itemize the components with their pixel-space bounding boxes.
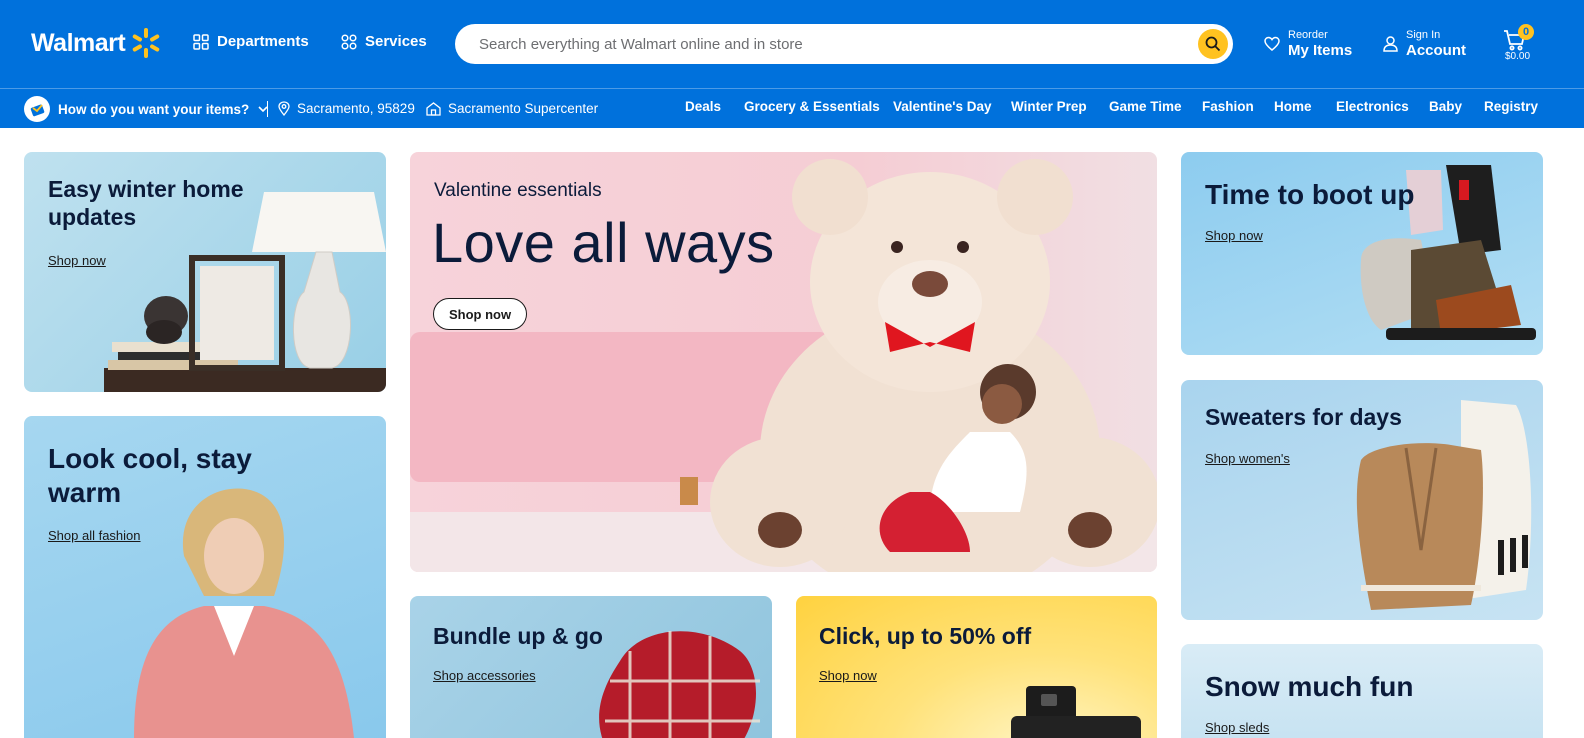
store-selector[interactable]: Sacramento Supercenter — [426, 101, 598, 116]
hero-eyebrow: Valentine essentials — [434, 180, 602, 201]
departments-label: Departments — [217, 33, 309, 50]
shop-accessories-link[interactable]: Shop accessories — [433, 668, 536, 683]
hero-title: Love all ways — [432, 211, 775, 274]
logo-text: Walmart — [31, 28, 126, 57]
search-bar — [455, 24, 1233, 64]
signin-small-label: Sign In — [1406, 29, 1441, 41]
hero-banner-valentine[interactable]: Valentine essentials Love all ways Shop … — [410, 152, 1157, 572]
reorder-small-label: Reorder — [1288, 29, 1328, 41]
card-title: Click, up to 50% off — [819, 623, 1032, 649]
camera-image — [1011, 686, 1141, 738]
zip-selector[interactable]: Sacramento, 95829 — [278, 101, 415, 116]
promo-card-boots[interactable]: Time to boot up Shop now — [1181, 152, 1543, 355]
sub-header: How do you want your items? Sacramento, … — [0, 88, 1584, 128]
nav-baby[interactable]: Baby — [1429, 99, 1462, 114]
promo-card-camera-deal[interactable]: Click, up to 50% off Shop now — [796, 596, 1157, 738]
card-title: Easy winter home updates — [48, 176, 244, 230]
services-icon — [341, 33, 357, 50]
nav-registry[interactable]: Registry — [1484, 99, 1538, 114]
reorder-big-label: My Items — [1288, 42, 1353, 59]
search-input[interactable] — [479, 35, 1179, 53]
cart-count-badge: 0 — [1518, 24, 1534, 40]
card-title: Sweaters for days — [1205, 404, 1402, 430]
shop-all-fashion-link[interactable]: Shop all fashion — [48, 528, 141, 543]
shop-now-link[interactable]: Shop now — [819, 668, 877, 683]
shop-sleds-link[interactable]: Shop sleds — [1205, 720, 1269, 735]
card-title: Time to boot up — [1205, 179, 1415, 210]
fulfillment-label: How do you want your items? — [58, 101, 250, 117]
account-button[interactable]: Sign In Account — [1383, 29, 1466, 59]
zip-label: Sacramento, 95829 — [297, 101, 415, 116]
cart-total: $0.00 — [1505, 51, 1531, 62]
spark-logo-icon — [132, 28, 160, 58]
walmart-logo[interactable]: Walmart — [31, 26, 163, 60]
nav-game-time[interactable]: Game Time — [1109, 99, 1182, 114]
nav-grocery[interactable]: Grocery & Essentials — [744, 99, 880, 114]
fulfillment-icon — [24, 96, 50, 122]
store-icon — [426, 101, 441, 116]
divider — [267, 101, 268, 117]
search-icon — [1205, 36, 1221, 52]
services-button[interactable]: Services — [341, 33, 427, 50]
grid-icon — [193, 33, 209, 50]
heart-icon — [1264, 36, 1280, 51]
card-title: Look cool, stay warm — [48, 443, 252, 508]
shop-womens-link[interactable]: Shop women's — [1205, 451, 1290, 466]
nav-home[interactable]: Home — [1274, 99, 1312, 114]
search-button[interactable] — [1198, 29, 1228, 59]
top-header: Walmart Departments Services Search ever… — [0, 0, 1584, 88]
shop-now-link[interactable]: Shop now — [48, 253, 106, 268]
hero-shop-now-button[interactable]: Shop now — [433, 298, 528, 330]
cart-button[interactable]: 0 $0.00 — [1503, 24, 1535, 64]
model-pink-jacket-image — [134, 488, 354, 738]
reorder-button[interactable]: Reorder My Items — [1264, 29, 1352, 59]
location-pin-icon — [278, 101, 290, 116]
promo-card-snow[interactable]: Snow much fun Shop sleds — [1181, 644, 1543, 738]
nav-electronics[interactable]: Electronics — [1336, 99, 1409, 114]
nav-valentines[interactable]: Valentine's Day — [893, 99, 992, 114]
card-title: Snow much fun — [1205, 671, 1414, 702]
promo-card-winter-home[interactable]: Easy winter home updates Shop now — [24, 152, 386, 392]
user-icon — [1383, 36, 1398, 52]
services-label: Services — [365, 33, 427, 50]
store-label: Sacramento Supercenter — [448, 101, 599, 116]
card-title: Bundle up & go — [433, 623, 603, 649]
departments-button[interactable]: Departments — [193, 33, 309, 50]
shop-now-link[interactable]: Shop now — [1205, 228, 1263, 243]
promo-card-sweaters[interactable]: Sweaters for days Shop women's — [1181, 380, 1543, 620]
sweaters-image — [1356, 400, 1532, 610]
nav-deals[interactable]: Deals — [685, 99, 721, 114]
nav-fashion[interactable]: Fashion — [1202, 99, 1254, 114]
nav-winter-prep[interactable]: Winter Prep — [1011, 99, 1087, 114]
signin-big-label: Account — [1406, 42, 1466, 59]
fulfillment-selector[interactable]: How do you want your items? — [24, 96, 269, 122]
promo-card-fashion[interactable]: Look cool, stay warm Shop all fashion — [24, 416, 386, 738]
promo-card-bundle[interactable]: Bundle up & go Shop accessories — [410, 596, 772, 738]
plaid-scarf-image — [599, 631, 760, 738]
